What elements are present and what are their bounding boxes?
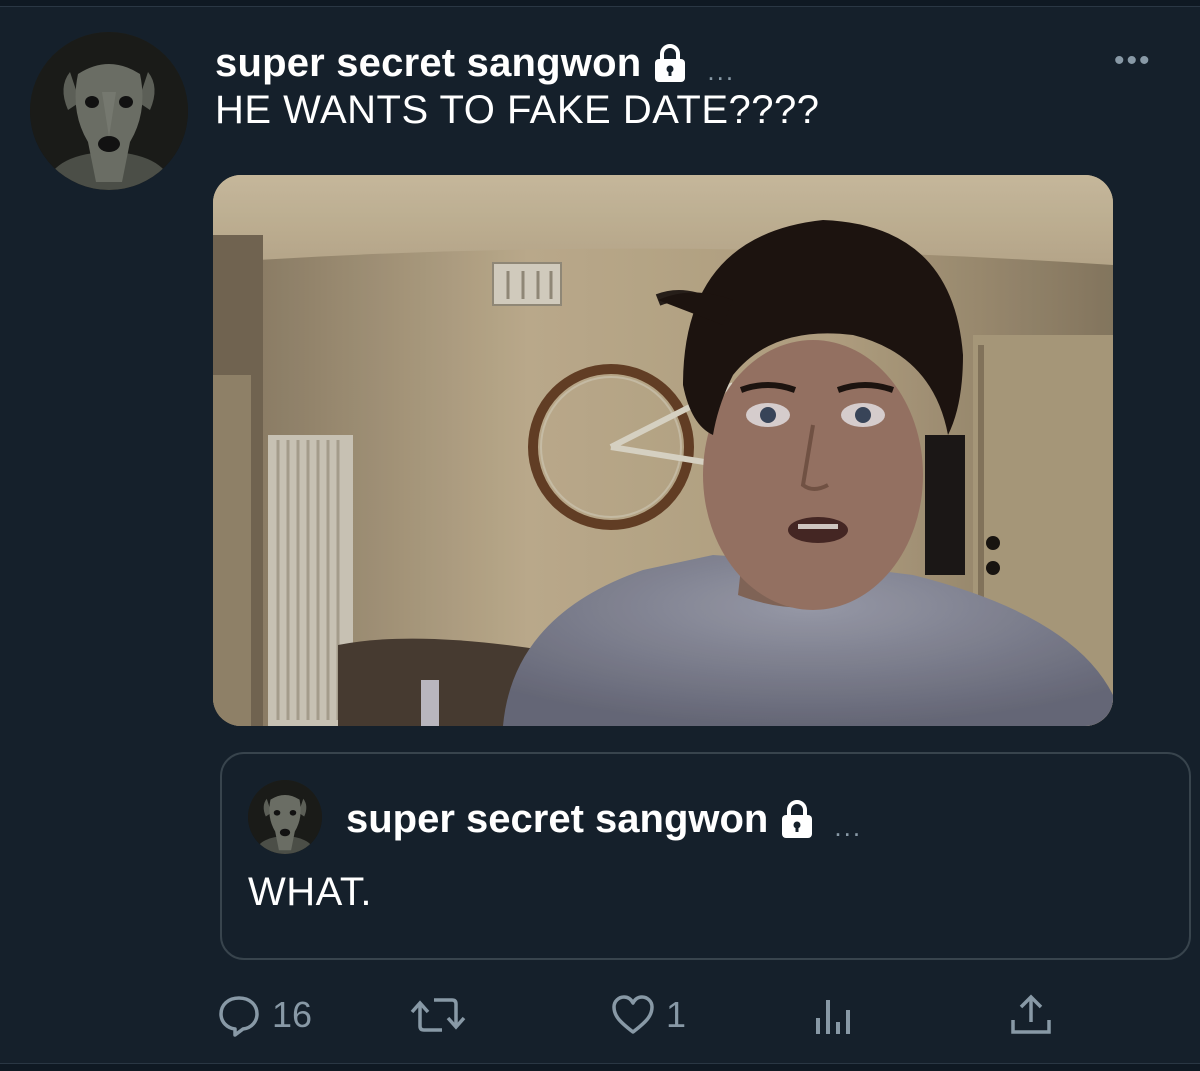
quoted-author-name: super secret sangwon	[346, 796, 769, 841]
quoted-tweet[interactable]: super secret sangwon ... WHAT.	[220, 752, 1191, 960]
author-avatar[interactable]	[30, 32, 188, 190]
tweet-text: HE WANTS TO FAKE DATE????	[215, 88, 820, 132]
dog-avatar-image	[248, 780, 322, 854]
quoted-author-avatar	[248, 780, 322, 854]
share-icon	[1011, 994, 1051, 1034]
lock-icon	[782, 800, 813, 838]
analytics-button[interactable]	[810, 990, 856, 1040]
quoted-name-overflow-dots: ...	[834, 811, 863, 842]
top-divider	[0, 0, 1200, 7]
analytics-icon	[816, 1000, 850, 1034]
like-button[interactable]: 1	[610, 990, 686, 1040]
quoted-author-row: super secret sangwon ...	[346, 796, 862, 842]
quoted-tweet-text: WHAT.	[248, 870, 372, 914]
webcam-photo	[213, 175, 1113, 726]
author-name[interactable]: super secret sangwon	[215, 41, 641, 86]
like-count: 1	[666, 994, 687, 1035]
heart-icon	[612, 995, 654, 1034]
name-overflow-dots: ...	[707, 55, 736, 86]
reply-button[interactable]: 16	[216, 990, 312, 1040]
dog-avatar-image	[30, 32, 188, 190]
reply-icon	[219, 996, 259, 1037]
more-icon: •••	[1114, 44, 1152, 77]
share-button[interactable]	[1008, 990, 1054, 1040]
lock-icon	[655, 44, 686, 82]
author-name-row: super secret sangwon ...	[215, 38, 735, 88]
retweet-button[interactable]	[410, 990, 476, 1040]
retweet-icon	[410, 998, 466, 1032]
tweet-media[interactable]	[213, 175, 1113, 726]
reply-count: 16	[272, 994, 313, 1035]
more-options-button[interactable]: •••	[1114, 44, 1152, 78]
